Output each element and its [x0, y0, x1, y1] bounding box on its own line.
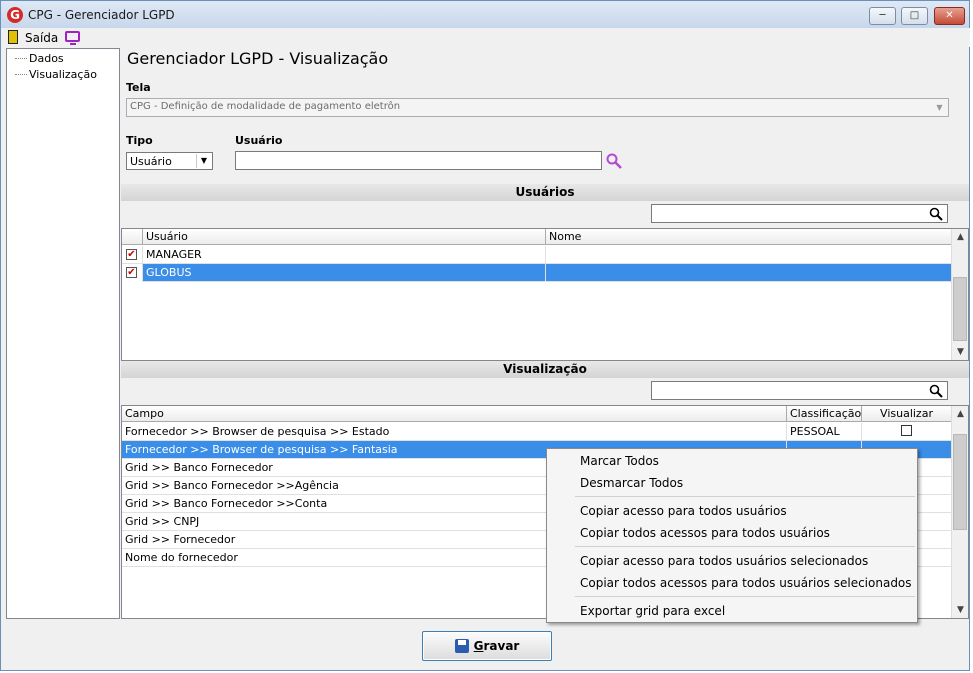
menu-item-exportar-excel[interactable]: Exportar grid para excel [580, 604, 725, 618]
page-title: Gerenciador LGPD - Visualização [127, 49, 389, 68]
table-row[interactable]: ✔ MANAGER [122, 246, 952, 264]
column-header-nome[interactable]: Nome [546, 229, 952, 245]
tela-value: CPG - Definição de modalidade de pagamen… [130, 101, 401, 112]
view-grid-scrollbar[interactable]: ▲ ▼ [951, 406, 968, 618]
users-grid-scrollbar[interactable]: ▲ ▼ [951, 229, 968, 360]
check-column-header [122, 229, 143, 245]
column-header-usuario[interactable]: Usuário [143, 229, 546, 245]
menu-separator [575, 596, 915, 597]
view-section-header: Visualização [121, 361, 969, 378]
column-header-campo[interactable]: Campo [122, 406, 787, 422]
tipo-value: Usuário [130, 155, 172, 168]
maximize-button[interactable]: □ [901, 7, 928, 25]
usuario-label: Usuário [235, 134, 283, 147]
search-icon[interactable] [929, 384, 943, 398]
monitor-icon[interactable] [65, 31, 80, 45]
menu-item-copiar-todos-acessos-selecionados[interactable]: Copiar todos acessos para todos usuários… [580, 576, 912, 590]
menu-item-copiar-todos-acessos-todos[interactable]: Copiar todos acessos para todos usuários [580, 526, 830, 540]
tipo-label: Tipo [126, 134, 153, 147]
menu-separator [575, 496, 915, 497]
save-button[interactable]: Gravar [422, 631, 552, 661]
minimize-button[interactable]: ─ [869, 7, 896, 25]
menu-separator [575, 546, 915, 547]
visualizar-cell [862, 423, 952, 441]
scroll-up-icon[interactable]: ▲ [952, 406, 968, 422]
window-title: CPG - Gerenciador LGPD [28, 8, 175, 22]
tipo-select[interactable]: Usuário ▼ [126, 152, 213, 170]
usuario-input[interactable] [235, 151, 602, 170]
user-cell: GLOBUS [143, 264, 546, 282]
view-filter-input[interactable] [651, 381, 948, 400]
tree-connector [15, 74, 27, 75]
navigation-tree: Dados Visualização [6, 48, 120, 619]
column-header-classificacao[interactable]: Classificação [787, 406, 862, 422]
table-row[interactable]: Fornecedor >> Browser de pesquisa >> Est… [122, 423, 952, 441]
users-section-header: Usuários [121, 184, 969, 201]
menu-item-marcar-todos[interactable]: Marcar Todos [580, 454, 659, 468]
user-cell: MANAGER [143, 246, 546, 264]
scroll-thumb[interactable] [953, 277, 967, 341]
campo-cell: Fornecedor >> Browser de pesquisa >> Est… [122, 423, 787, 441]
save-label-mnemonic: G [473, 639, 484, 653]
row-checkbox[interactable]: ✔ [126, 249, 137, 260]
tree-item-visualizacao[interactable]: Visualização [29, 68, 97, 81]
tree-connector [15, 58, 27, 59]
main-window: G CPG - Gerenciador LGPD ─ □ ✕ Saída Dad… [0, 0, 970, 671]
name-cell [546, 246, 952, 264]
menu-item-copiar-acesso-todos[interactable]: Copiar acesso para todos usuários [580, 504, 787, 518]
menu-item-desmarcar-todos[interactable]: Desmarcar Todos [580, 476, 683, 490]
tree-item-dados[interactable]: Dados [29, 52, 64, 65]
chevron-down-icon[interactable]: ▼ [932, 100, 947, 115]
row-check-cell: ✔ [122, 246, 143, 264]
menu-item-copiar-acesso-selecionados[interactable]: Copiar acesso para todos usuários seleci… [580, 554, 868, 568]
scroll-down-icon[interactable]: ▼ [952, 602, 968, 618]
row-check-cell: ✔ [122, 264, 143, 282]
tela-select[interactable]: CPG - Definição de modalidade de pagamen… [126, 98, 949, 117]
save-label: ravar [483, 639, 520, 653]
search-icon[interactable] [929, 207, 943, 221]
classificacao-cell: PESSOAL [787, 423, 862, 441]
exit-door-icon[interactable] [8, 30, 18, 44]
name-cell [546, 264, 952, 282]
exit-menu-item[interactable]: Saída [25, 31, 58, 45]
tela-label: Tela [126, 81, 151, 94]
column-header-visualizar[interactable]: Visualizar [862, 406, 952, 422]
users-grid-header: Usuário Nome [122, 229, 952, 245]
view-grid-header: Campo Classificação Visualizar [122, 406, 952, 422]
row-checkbox[interactable]: ✔ [126, 267, 137, 278]
title-bar: G CPG - Gerenciador LGPD ─ □ ✕ [1, 1, 969, 28]
app-logo-icon: G [7, 7, 23, 23]
context-menu: Marcar Todos Desmarcar Todos Copiar aces… [546, 448, 918, 623]
users-filter-input[interactable] [651, 204, 948, 223]
scroll-thumb[interactable] [953, 434, 967, 530]
visualizar-checkbox[interactable] [901, 425, 912, 436]
menu-bar: Saída [2, 28, 970, 47]
scroll-up-icon[interactable]: ▲ [952, 229, 968, 245]
users-grid: Usuário Nome ✔ MANAGER ✔ GLOBUS ▲ ▼ [121, 228, 969, 361]
chevron-down-icon[interactable]: ▼ [196, 154, 211, 168]
search-icon[interactable] [605, 152, 623, 170]
close-button[interactable]: ✕ [934, 7, 965, 25]
scroll-down-icon[interactable]: ▼ [952, 344, 968, 360]
table-row[interactable]: ✔ GLOBUS [122, 264, 952, 282]
floppy-disk-icon [454, 639, 469, 653]
